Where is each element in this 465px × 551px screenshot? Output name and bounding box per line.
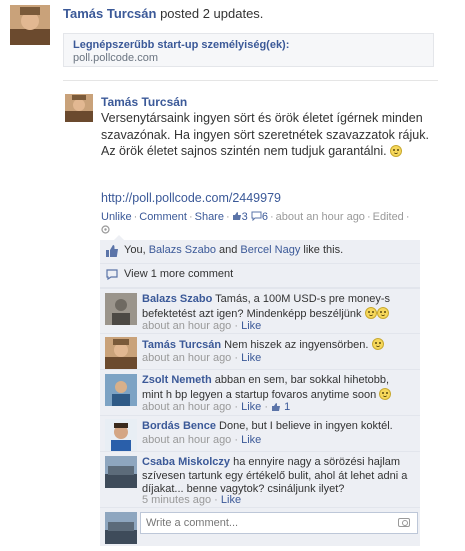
edited-label[interactable]: Edited [373,211,404,223]
post-action-bar: Unlike · Comment · Share · 3 6 · about an hour a… [101,211,410,223]
comment-item: Balazs Szabo Tamás, a 100M USD-s pre mon… [100,288,420,333]
commenter-avatar[interactable] [105,293,137,325]
comment-item: Csaba Miskolczy ha ennyire nagy a sörözé… [100,451,420,507]
comment-meta: about an hour ago · Like [142,434,262,446]
commenter-avatar[interactable] [105,374,137,406]
commenter-name-link[interactable]: Balazs Szabo [142,293,212,305]
avatar-photo-icon [105,374,137,406]
post-url-link[interactable]: http://poll.pollcode.com/2449979 [101,191,281,205]
view-more-comments-link[interactable]: View 1 more comment [124,268,233,280]
unlike-button[interactable]: Unlike [101,211,132,223]
comment-text: Tamás Turcsán Nem hiszek az ingyensörben… [142,338,412,353]
comment-timestamp[interactable]: about an hour ago [142,352,231,364]
comment-meta: about an hour ago · Like [142,320,262,332]
commenter-avatar[interactable] [105,456,137,488]
camera-icon[interactable] [398,518,410,527]
smiley-icon [390,145,403,157]
commenter-avatar[interactable] [105,337,137,369]
comment-meta: 5 minutes ago · Like [142,494,242,506]
smiley-icon [364,306,377,319]
like-thumb-icon [232,212,241,220]
story-header: Tamás Turcsán posted 2 updates. [63,6,263,21]
current-user-avatar [105,512,137,544]
divider [63,80,438,81]
avatar-photo-icon [105,512,137,544]
story-author-avatar[interactable] [10,5,50,45]
comment-item: Bordás Bence Done, but I believe in ingy… [100,415,420,451]
comment-like-button[interactable]: Like [241,401,261,413]
comment-bubble-icon [251,211,262,222]
comment-like-button[interactable]: Like [241,352,261,364]
comment-button[interactable]: Comment [139,211,187,223]
avatar-photo-icon [65,94,93,122]
commenter-name-link[interactable]: Csaba Miskolczy [142,456,230,468]
comment-meta: about an hour ago · Like · 1 [142,401,291,413]
attachment-box[interactable]: Legnépszerűbb start-up személyiség(ek): … [63,33,434,67]
story-action-text: posted 2 updates. [156,6,264,21]
comment-text: Bordás Bence Done, but I believe in ingy… [142,420,393,432]
comment-item: Zsolt Nemeth abban en sem, bar sokkal hi… [100,369,420,415]
comment-meta: about an hour ago · Like [142,352,262,364]
liker-link[interactable]: Balazs Szabo [149,244,216,256]
avatar-photo-icon [105,337,137,369]
comment-like-button[interactable]: Like [221,494,241,506]
story-author-link[interactable]: Tamás Turcsán [63,6,156,21]
smiley-icon [376,306,389,319]
privacy-gear-icon[interactable] [101,225,110,234]
post-text: Versenytársaink ingyen sört és örök élet… [101,111,429,158]
comment-text: Zsolt Nemeth abban en sem, bar sokkal hi… [142,374,412,402]
share-button[interactable]: Share [195,211,224,223]
comment-text: Balazs Szabo Tamás, a 100M USD-s pre mon… [142,293,391,320]
avatar-photo-icon [105,293,137,325]
commenter-name-link[interactable]: Bordás Bence [142,420,216,432]
comment-likes-count[interactable]: 1 [284,401,290,413]
likes-summary-text: You, Balazs Szabo and Bercel Nagy like t… [124,244,344,256]
comment-like-button[interactable]: Like [241,434,261,446]
comment-timestamp[interactable]: about an hour ago [142,434,231,446]
post-timestamp[interactable]: about an hour ago [276,211,365,223]
comment-bubble-icon [106,269,118,280]
like-thumb-icon [106,245,118,257]
comment-timestamp[interactable]: 5 minutes ago [142,494,211,506]
avatar-photo-icon [105,456,137,488]
write-comment-input[interactable]: Write a comment... [140,512,418,534]
comment-text: Csaba Miskolczy ha ennyire nagy a sörözé… [142,456,408,495]
comment-timestamp[interactable]: about an hour ago [142,320,231,332]
attachment-title[interactable]: Legnépszerűbb start-up személyiség(ek): [73,39,424,52]
comment-item: Tamás Turcsán Nem hiszek az ingyensörben… [100,333,420,369]
commenter-name-link[interactable]: Tamás Turcsán [142,339,221,351]
avatar-photo-icon [105,419,137,451]
post-author-link[interactable]: Tamás Turcsán [101,95,187,109]
post-author-avatar[interactable] [65,94,93,122]
comment-timestamp[interactable]: about an hour ago [142,401,231,413]
likes-summary-row: You, Balazs Szabo and Bercel Nagy like t… [100,240,420,264]
likes-count-link[interactable]: 3 [242,211,248,223]
commenter-avatar[interactable] [105,419,137,451]
commenter-name-link[interactable]: Zsolt Nemeth [142,374,212,386]
comments-panel: You, Balazs Szabo and Bercel Nagy like t… [100,235,420,546]
avatar-photo-icon [10,5,50,45]
view-more-row[interactable]: View 1 more comment [100,264,420,288]
liker-link[interactable]: Bercel Nagy [240,244,300,256]
attachment-url: poll.pollcode.com [73,52,158,64]
comment-like-button[interactable]: Like [241,320,261,332]
smiley-icon [379,387,392,400]
like-thumb-icon [272,403,281,411]
smiley-icon [371,338,384,350]
